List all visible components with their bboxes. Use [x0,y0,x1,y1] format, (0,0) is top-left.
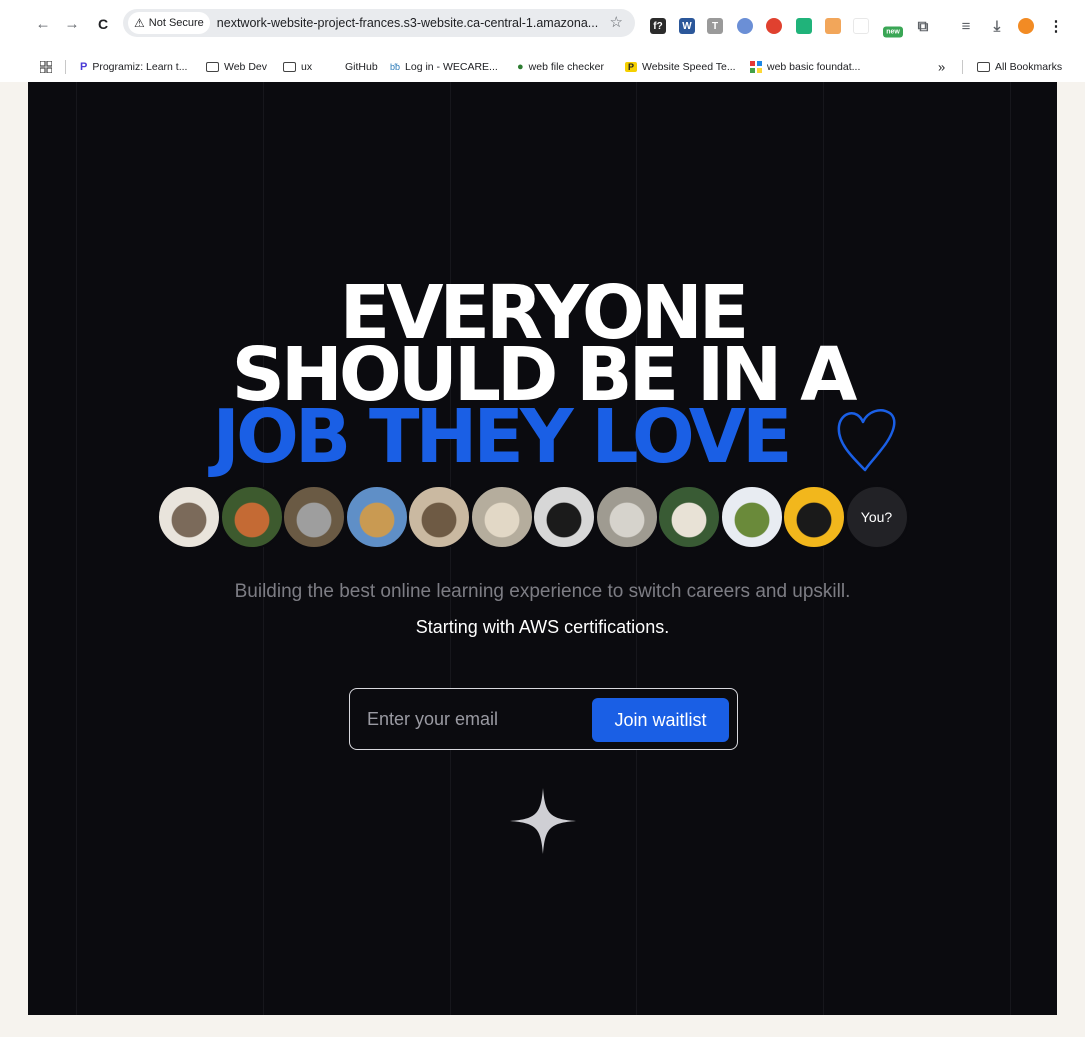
folder-icon [977,62,990,72]
bookmark-wecare[interactable]: bᵬ Log in - WECARE... [390,61,498,73]
avatar-yawning-cat [407,485,471,549]
bookmark-label: Programiz: Learn t... [92,61,188,73]
security-label: Not Secure [148,17,204,29]
address-bar[interactable]: ⚠ Not Secure nextwork-website-project-fr… [123,9,635,37]
grid-color-icon [750,61,762,73]
all-bookmarks-folder[interactable]: All Bookmarks [977,61,1062,73]
color-wheel-ext-icon[interactable] [766,18,782,34]
folder-icon [206,62,219,72]
bookmark-programiz[interactable]: P Programiz: Learn t... [80,61,187,73]
waitlist-form: Join waitlist [349,688,738,750]
bookmark-star-icon[interactable]: ☆ [610,13,623,31]
avatar-pug-on-yellow [782,485,846,549]
avatar-fluffy-dog [157,485,221,549]
back-arrow-icon[interactable]: ← [34,16,52,33]
avatar-seal [594,485,659,549]
url-text[interactable]: nextwork-website-project-frances.s3-webs… [217,16,602,30]
profile-avatar-icon[interactable] [1018,18,1034,34]
apps-grid-icon[interactable] [40,61,52,73]
forward-arrow-icon[interactable]: → [63,16,81,33]
green-ext-icon[interactable] [796,18,812,34]
more-bookmarks-chevron-icon[interactable]: » [938,60,945,75]
avatar-red-squirrel [219,485,284,549]
join-waitlist-button[interactable]: Join waitlist [592,698,729,742]
bookmark-label: web file checker [528,61,604,73]
browser-toolbar: ← → C ⚠ Not Secure nextwork-website-proj… [0,0,1085,52]
blue-circle-ext-icon[interactable] [737,18,753,34]
bookmark-web-file-checker[interactable]: ● web file checker [517,61,604,73]
avatar-blanket-dog [469,485,534,549]
page-viewport: EVERYONE SHOULD BE IN A JOB THEY LOVE Yo… [28,82,1057,1015]
wecare-icon: bᵬ [390,62,401,72]
bookmark-github[interactable]: GitHub [345,61,378,73]
orange-square-ext-icon[interactable] [825,18,841,34]
blank-ext-icon[interactable] [853,18,869,34]
bookmark-label: ux [301,61,313,73]
speed-test-icon: P [625,62,638,72]
sparkle-icon [510,788,576,854]
email-input[interactable] [367,703,587,735]
bookmark-label: Website Speed Te... [642,61,736,73]
programiz-icon: P [80,61,88,73]
word-ext-icon[interactable]: W [679,18,695,34]
hero-tagline: Starting with AWS certifications. [415,617,670,637]
security-chip[interactable]: ⚠ Not Secure [128,12,210,34]
avatar-black-pug [532,485,596,549]
menu-dots-icon[interactable]: ⋮ [1048,18,1064,35]
avatar-you-placeholder: You? [844,485,909,549]
bookmarks-bar: P Programiz: Learn t... Web Dev ux GitHu… [0,52,1085,82]
extensions-puzzle-icon[interactable]: ⧉ [915,18,931,35]
globe-icon: ● [517,61,524,73]
hero-subtitle: Building the best online learning experi… [234,581,851,602]
bookmark-speed-test[interactable]: P Website Speed Te... [625,61,736,73]
avatar-koala [282,485,346,549]
bookmark-label: Log in - WECARE... [405,61,498,73]
reading-list-icon[interactable]: ≡ [958,18,974,35]
download-icon[interactable]: ⤓ [989,18,1005,35]
bookmark-label: web basic foundat... [767,61,861,73]
bookmark-folder-ux[interactable]: ux [283,61,312,73]
avatar-giraffe [344,485,409,549]
bookmark-label: GitHub [345,61,378,73]
bookmark-label: Web Dev [224,61,267,73]
avatar-alpaca [657,485,721,549]
text-ext-icon[interactable]: T [707,18,723,34]
bookmark-folder-webdev[interactable]: Web Dev [206,61,267,73]
bookmark-web-basic[interactable]: web basic foundat... [750,61,860,73]
formula-ext-icon[interactable]: f? [650,18,666,34]
bookmark-label: All Bookmarks [995,61,1063,73]
warning-icon: ⚠ [134,16,145,30]
avatar-pineapple [719,485,784,549]
folder-icon [283,62,296,72]
reload-icon[interactable]: C [94,16,112,32]
new-badge-ext-icon[interactable]: new [883,26,903,38]
heart-outline-icon [837,409,896,472]
